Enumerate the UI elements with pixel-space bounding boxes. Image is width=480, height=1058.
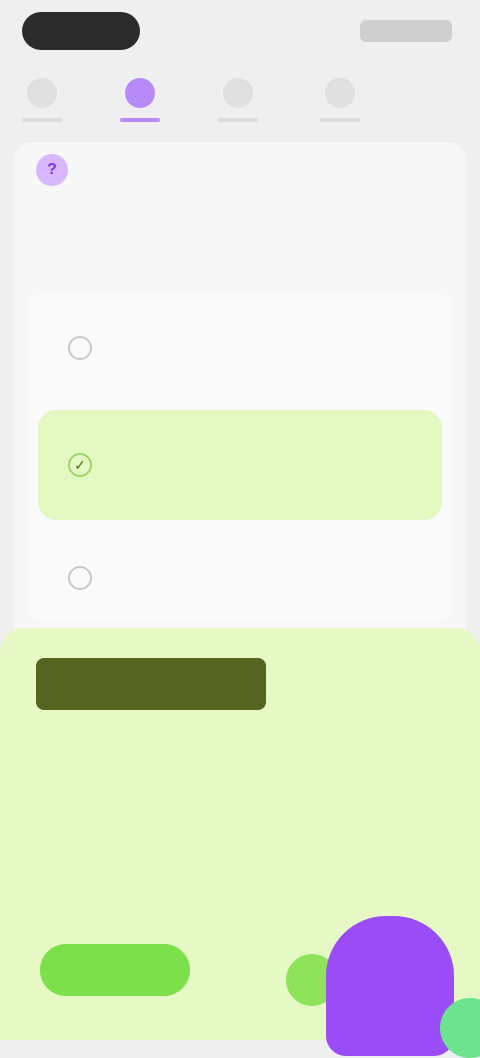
tab-underline bbox=[218, 118, 258, 122]
tab-dot bbox=[125, 78, 155, 108]
back-button[interactable] bbox=[22, 12, 140, 50]
top-right-label[interactable] bbox=[360, 20, 452, 42]
tab-dot bbox=[27, 78, 57, 108]
radio-icon bbox=[68, 336, 92, 360]
continue-button[interactable] bbox=[40, 944, 190, 996]
feedback-sheet bbox=[0, 628, 480, 1058]
tab-2[interactable] bbox=[114, 78, 166, 130]
tab-underline bbox=[120, 118, 160, 122]
check-icon: ✓ bbox=[68, 453, 92, 477]
radio-icon bbox=[68, 566, 92, 590]
mascot-help-button[interactable] bbox=[326, 916, 454, 1056]
answer-option-2-correct[interactable]: ✓ bbox=[38, 410, 442, 520]
answer-option-1[interactable] bbox=[38, 310, 442, 386]
question-card: ? ✓ bbox=[14, 142, 466, 642]
tab-underline bbox=[320, 118, 360, 122]
top-bar bbox=[0, 0, 480, 70]
tab-dot bbox=[223, 78, 253, 108]
tab-dot bbox=[325, 78, 355, 108]
answer-option-3[interactable] bbox=[38, 542, 442, 614]
tab-3[interactable] bbox=[212, 78, 264, 130]
tab-underline bbox=[22, 118, 62, 122]
tab-4[interactable] bbox=[314, 78, 366, 130]
question-icon: ? bbox=[36, 154, 68, 186]
progress-tabs bbox=[0, 70, 480, 130]
answer-options: ✓ bbox=[28, 292, 452, 622]
tab-1[interactable] bbox=[16, 78, 68, 130]
feedback-headline bbox=[36, 658, 266, 710]
